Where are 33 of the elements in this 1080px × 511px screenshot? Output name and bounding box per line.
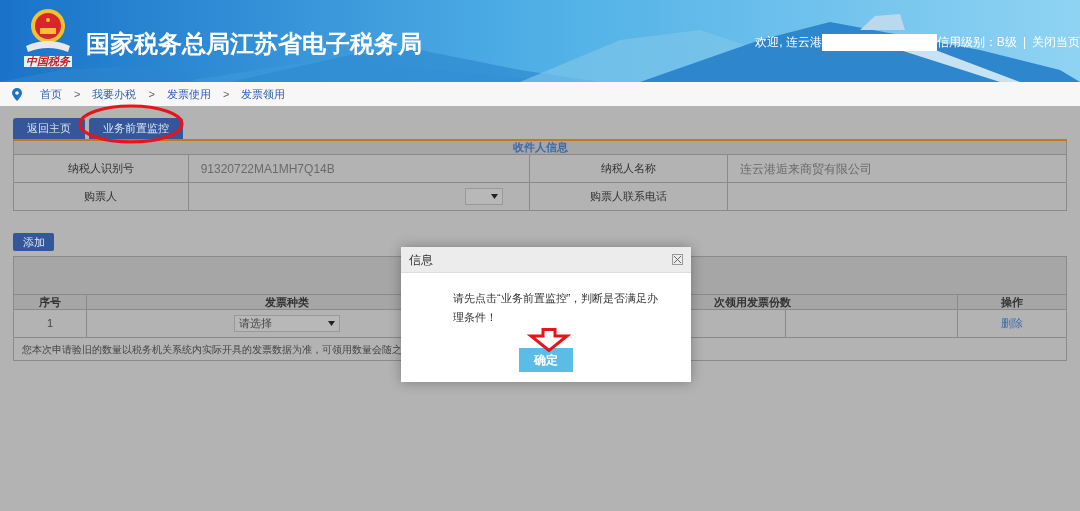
column-header: 序号 [14,295,87,309]
separator: | [1022,34,1026,51]
site-title: 国家税务总局江苏省电子税务局 [86,29,422,59]
table-cell: 1 [14,310,87,337]
section-title: 收件人信息 [512,140,568,156]
field-value: 连云港逅来商贸有限公司 [739,160,872,178]
caret-icon [490,194,498,199]
breadcrumb-link[interactable]: 发票使用 [166,85,211,103]
field-label: 购票人 [14,183,189,211]
dialog-title: 信息 [409,251,433,269]
field-label: 纳税人名称 [530,155,728,183]
buyer-select[interactable] [464,188,503,205]
add-button[interactable]: 添加 [13,233,54,252]
location-pin-icon [12,87,22,101]
toolbar-button[interactable]: 返回主页 [13,117,85,139]
note-text: 您本次申请验旧的数量以税务机关系统内实际开具的发票数据为准，可领用数量会随之 [22,342,402,357]
invoice-type-select[interactable]: 请选择 [233,315,340,332]
field-value: 91320722MA1MH7Q14B [200,160,335,178]
breadcrumb-link[interactable]: 我要办税 [92,85,137,103]
welcome-text: 欢迎, 连云港 [755,34,822,51]
seal-text: 中国税务 [24,56,72,67]
arrow-annotation [527,328,571,352]
field-label: 购票人联系电话 [530,183,728,211]
caret-icon [327,321,335,326]
breadcrumb-separator: > [222,86,230,102]
breadcrumb-link[interactable]: 首页 [40,85,62,103]
breadcrumb-separator: > [74,86,81,102]
breadcrumb-separator: > [148,86,155,102]
close-icon[interactable] [672,254,683,265]
column-header: 操作 [1000,295,1024,309]
toolbar-button[interactable]: 业务前置监控 [89,117,183,139]
field-label: 纳税人识别号 [14,155,189,183]
breadcrumb-link[interactable]: 发票领用 [241,85,286,103]
